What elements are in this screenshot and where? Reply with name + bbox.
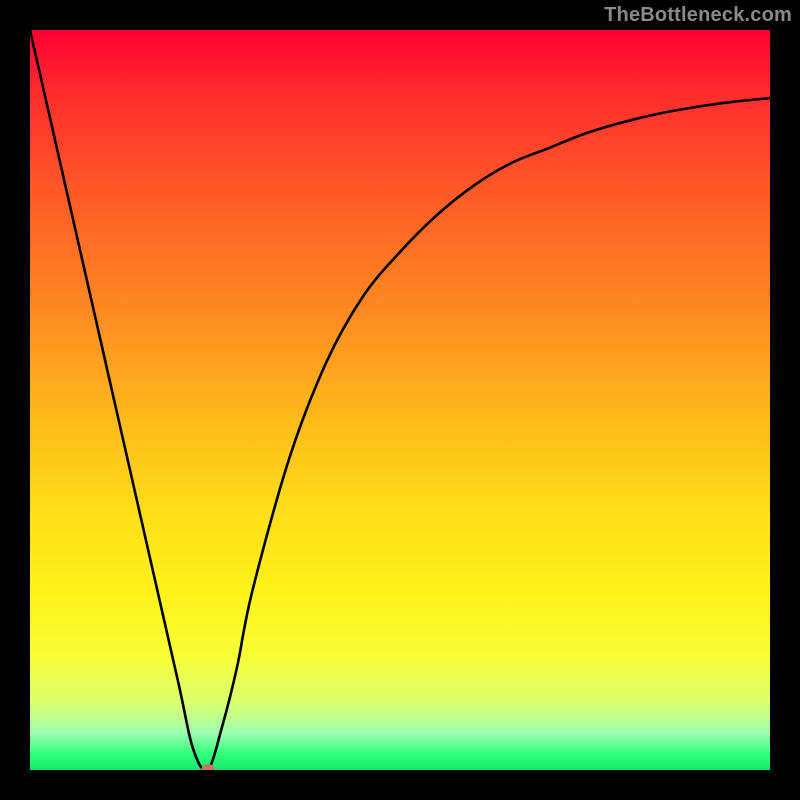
minimum-marker xyxy=(201,764,215,770)
watermark-text: TheBottleneck.com xyxy=(604,4,792,27)
bottleneck-curve xyxy=(30,30,770,770)
plot-area xyxy=(30,30,770,770)
curve-path xyxy=(30,30,770,770)
chart-frame: TheBottleneck.com xyxy=(0,0,800,800)
